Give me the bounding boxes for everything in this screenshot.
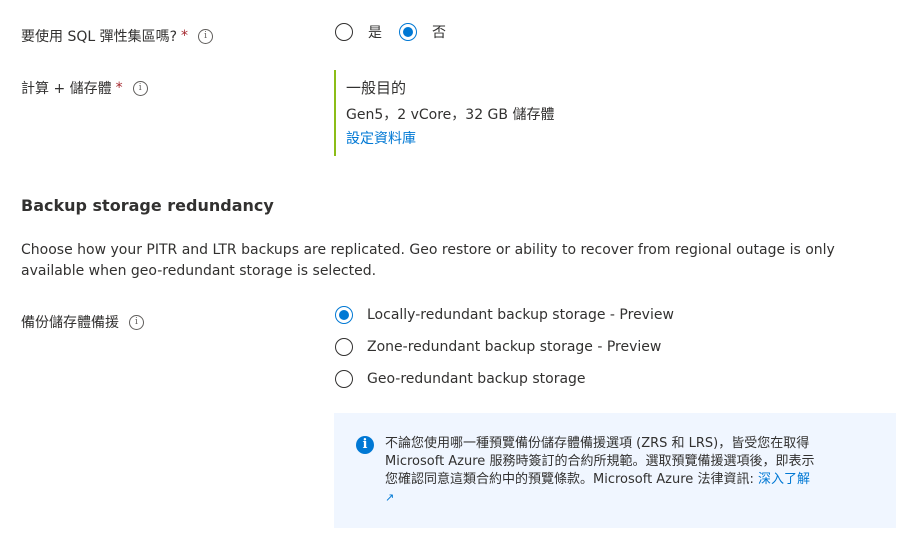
elastic-pool-option-no[interactable]: 否 bbox=[399, 22, 446, 42]
preview-terms-notice: i 不論您使用哪一種預覽備份儲存體備援選項 (ZRS 和 LRS)，皆受您在取得… bbox=[334, 413, 896, 528]
info-icon[interactable]: i bbox=[129, 314, 144, 330]
radio-locally-redundant-label: Locally-redundant backup storage - Previ… bbox=[367, 307, 674, 323]
radio-locally-redundant[interactable] bbox=[335, 306, 353, 324]
info-icon[interactable]: i bbox=[198, 28, 214, 44]
info-filled-icon: i bbox=[356, 436, 374, 454]
notice-text: 不論您使用哪一種預覽備份儲存體備援選項 (ZRS 和 LRS)，皆受您在取得 M… bbox=[385, 435, 890, 507]
radio-geo-redundant-label: Geo-redundant backup storage bbox=[367, 371, 586, 387]
notice-line3: 您確認同意這類合約中的預覽條款。Microsoft Azure 法律資訊: 深入… bbox=[385, 471, 890, 489]
radio-no-label: 否 bbox=[432, 25, 446, 41]
radio-geo-redundant[interactable] bbox=[335, 370, 353, 388]
radio-zone-redundant-label: Zone-redundant backup storage - Preview bbox=[367, 339, 662, 355]
info-icon[interactable]: i bbox=[132, 80, 148, 96]
required-marker: * bbox=[115, 80, 123, 96]
radio-no[interactable] bbox=[399, 23, 417, 41]
radio-yes[interactable] bbox=[335, 23, 353, 41]
backup-option-geo-redundant[interactable]: Geo-redundant backup storage bbox=[335, 370, 586, 388]
learn-more-link[interactable]: 深入了解 bbox=[758, 472, 810, 487]
backup-option-zone-redundant[interactable]: Zone-redundant backup storage - Preview bbox=[335, 338, 661, 356]
backup-description-line2: available when geo-redundant storage is … bbox=[21, 263, 377, 279]
backup-redundancy-label: 備份儲存體備援 i bbox=[21, 312, 144, 332]
radio-yes-label: 是 bbox=[368, 25, 382, 41]
notice-line1: 不論您使用哪一種預覽備份儲存體備援選項 (ZRS 和 LRS)，皆受您在取得 bbox=[385, 436, 810, 451]
backup-redundancy-label-text: 備份儲存體備援 bbox=[21, 315, 119, 331]
sql-elastic-pool-label-text: 要使用 SQL 彈性集區嗎? bbox=[21, 29, 178, 45]
backup-description: Choose how your PITR and LTR backups are… bbox=[21, 240, 911, 282]
compute-details: Gen5，2 vCore，32 GB 儲存體 bbox=[346, 107, 555, 123]
notice-line2: Microsoft Azure 服務時簽訂的合約所規範。選取預覽備援選項後，即表… bbox=[385, 454, 815, 469]
compute-storage-label-text: 計算 + 儲存體 bbox=[21, 81, 112, 97]
elastic-pool-option-yes[interactable]: 是 bbox=[335, 22, 382, 42]
required-marker: * bbox=[181, 28, 189, 44]
notice-line4: ↗ bbox=[385, 489, 890, 507]
compute-tier: 一般目的 bbox=[346, 79, 407, 97]
external-link-icon[interactable]: ↗ bbox=[385, 491, 394, 504]
notice-line3-text: 您確認同意這類合約中的預覽條款。Microsoft Azure 法律資訊: bbox=[385, 472, 758, 487]
compute-summary: 一般目的 Gen5，2 vCore，32 GB 儲存體 設定資料庫 bbox=[334, 70, 746, 156]
backup-description-line1: Choose how your PITR and LTR backups are… bbox=[21, 242, 835, 258]
backup-section-title: Backup storage redundancy bbox=[21, 196, 274, 215]
backup-option-locally-redundant[interactable]: Locally-redundant backup storage - Previ… bbox=[335, 306, 674, 324]
sql-elastic-pool-label: 要使用 SQL 彈性集區嗎? * i bbox=[21, 26, 214, 46]
compute-storage-label: 計算 + 儲存體 * i bbox=[21, 78, 148, 98]
radio-zone-redundant[interactable] bbox=[335, 338, 353, 356]
configure-database-link[interactable]: 設定資料庫 bbox=[346, 128, 416, 148]
